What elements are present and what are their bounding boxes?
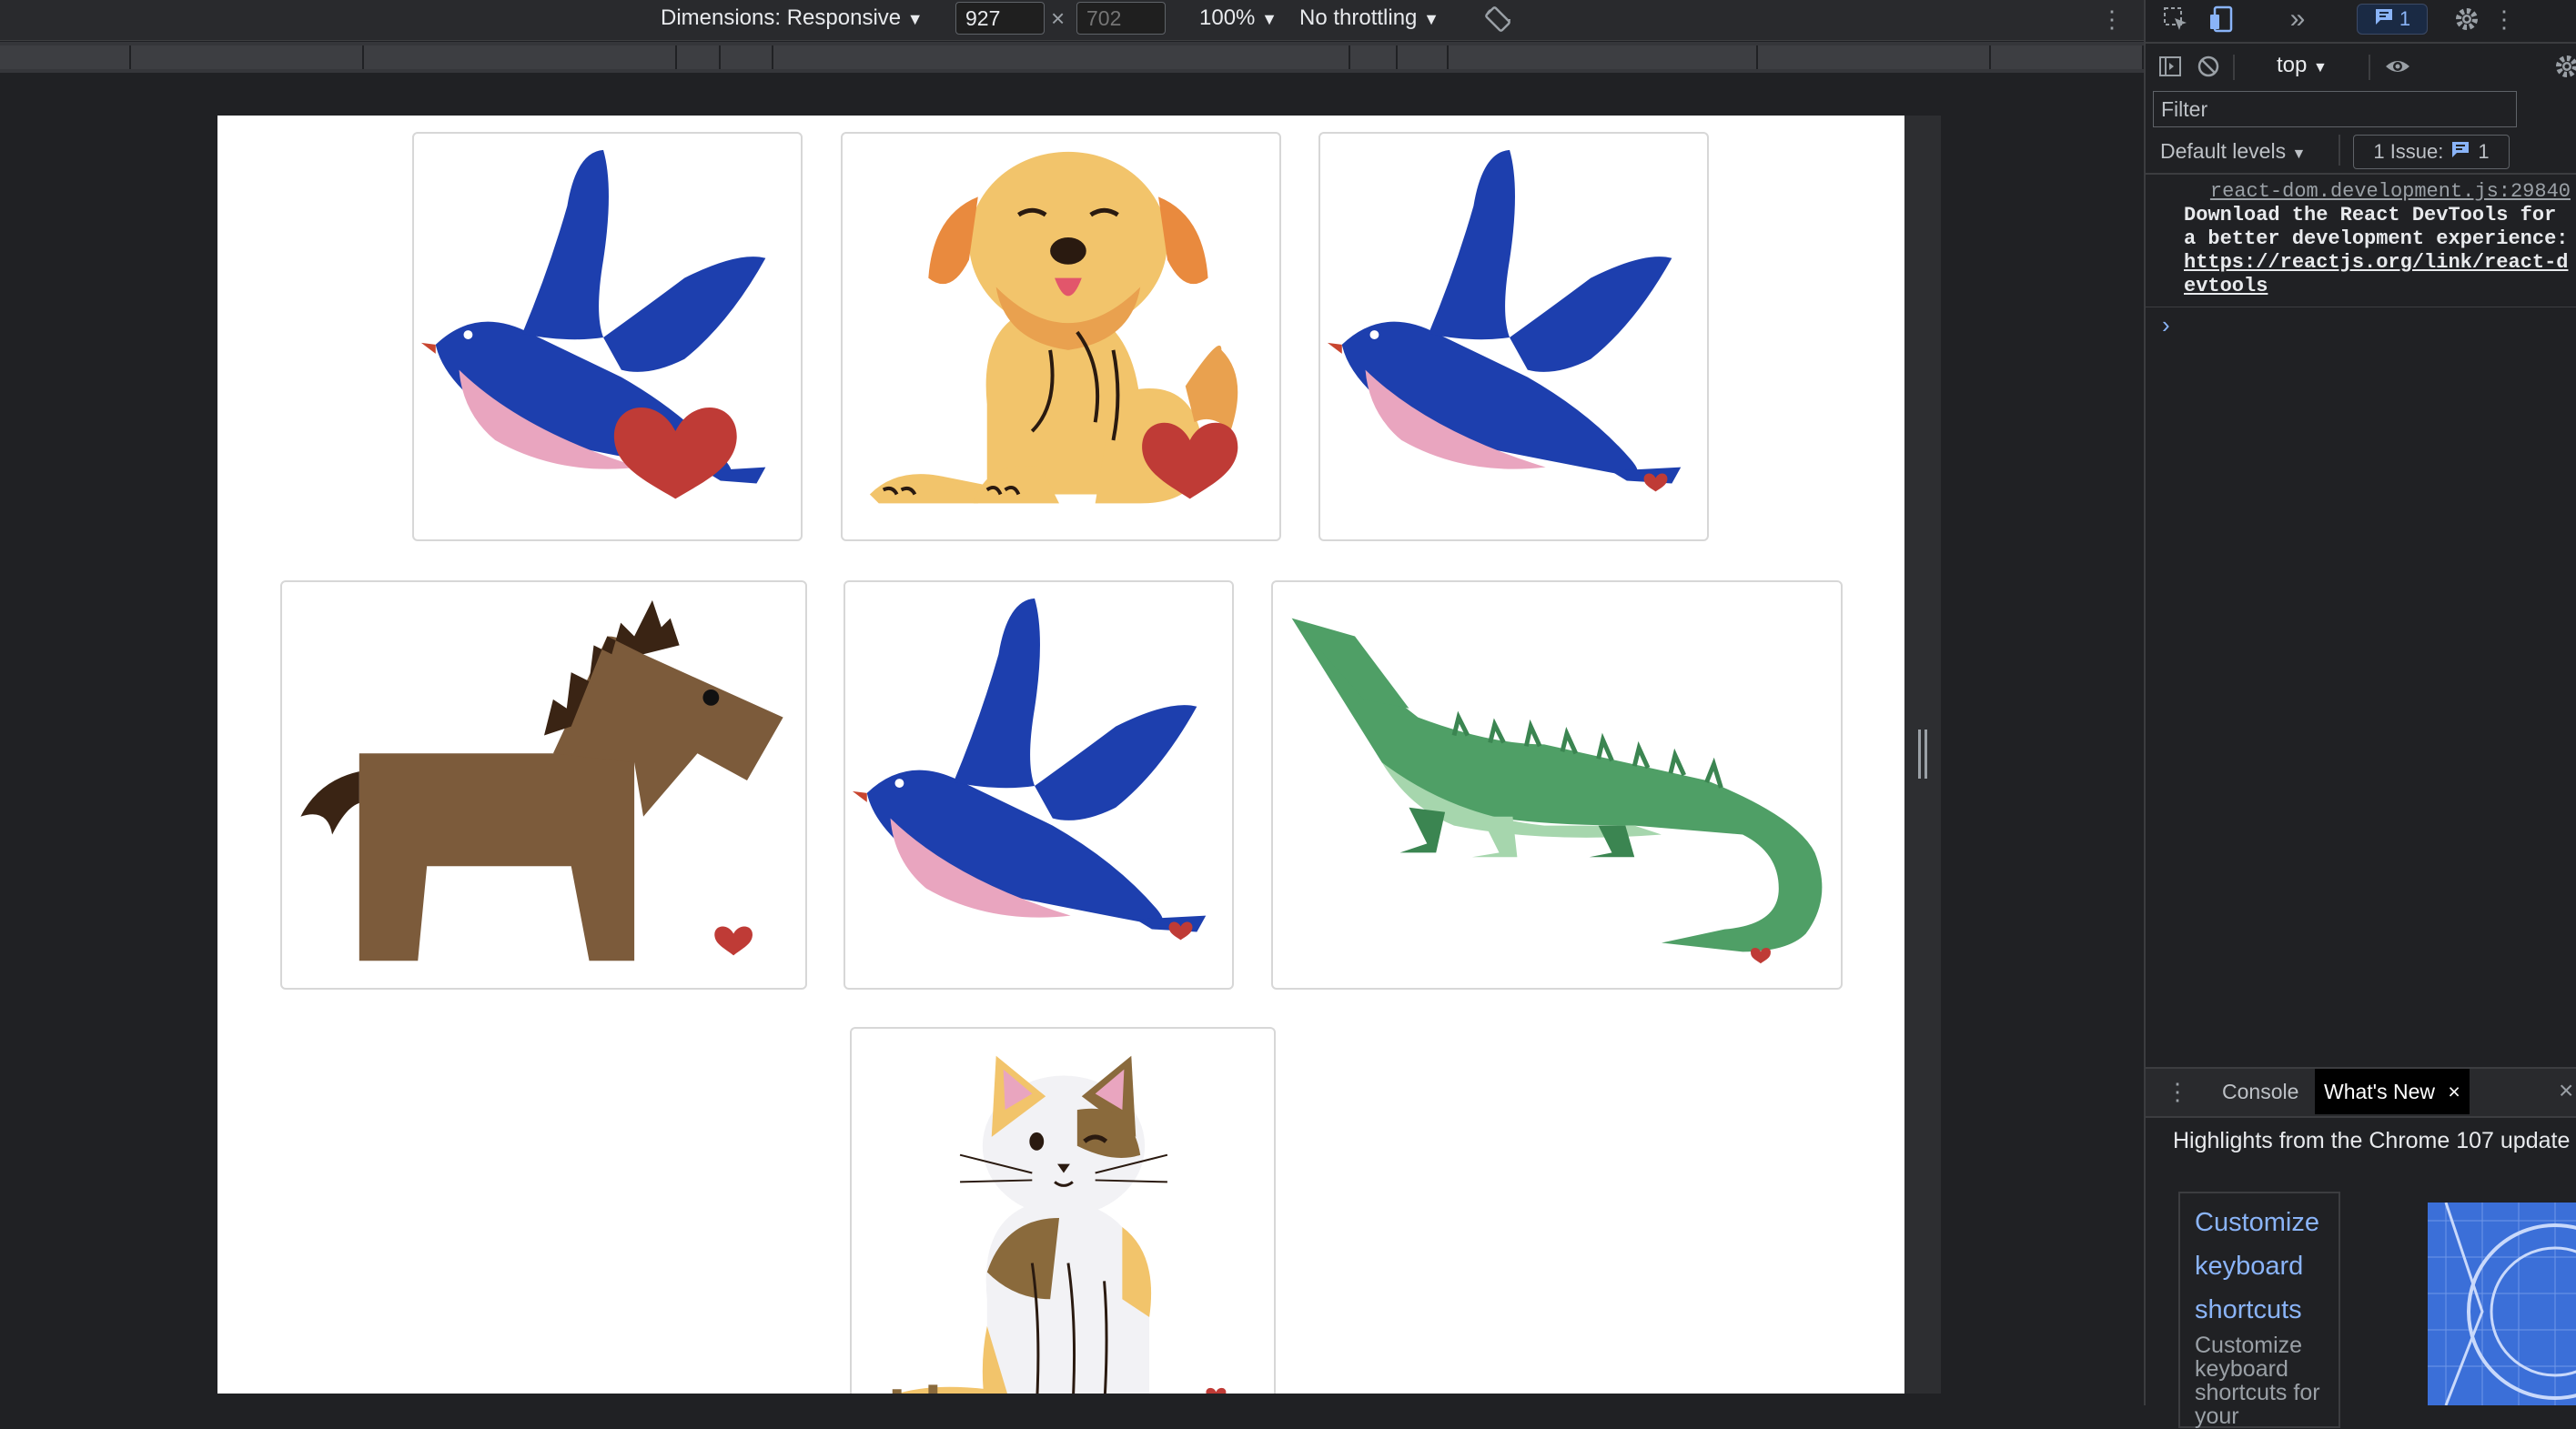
log-levels-label: Default levels [2160,139,2287,163]
drawer-menu-icon[interactable]: ⋮ [2166,1078,2189,1106]
issues-label: 1 Issue: [2373,140,2444,163]
bird-illustration [852,598,1207,941]
console-message-text: Download the React DevTools for a better… [2184,204,2569,250]
whats-new-link-line3[interactable]: shortcuts [2195,1288,2324,1332]
clear-console-icon[interactable] [2193,51,2224,82]
times-symbol: × [1051,5,1066,32]
console-message: react-dom.development.js:29840 Download … [2146,180,2576,298]
dimensions-label: Dimensions: Responsive [661,5,902,30]
caret-down-icon: ▼ [2313,60,2328,75]
crocodile-illustration [1291,618,1823,964]
whats-new-link-line2[interactable]: keyboard [2195,1244,2324,1288]
more-options-icon[interactable]: ⋮ [2100,5,2124,33]
tab-whats-new[interactable]: What's New × [2315,1069,2470,1114]
issues-button[interactable]: 1 Issue: 1 [2353,135,2510,169]
animal-card-crocodile[interactable] [1271,580,1843,990]
issues-button-count: 1 [2478,140,2490,163]
live-expression-eye-icon[interactable] [2382,51,2413,82]
context-label: top [2277,53,2308,77]
console-filter-input[interactable] [2153,91,2517,127]
media-query-ruler [0,42,2144,73]
tab-whats-new-label: What's New [2324,1080,2435,1103]
device-toolbar: Dimensions: Responsive ▼ × 100% ▼ No thr… [0,0,2144,41]
close-drawer-icon[interactable]: × [2559,1076,2573,1105]
devtools-panel: » 1 ⋮ top ▼ Default levels ▼ 1 Issue: 1 [2144,0,2576,1428]
drawer-tabbar: ⋮ Console What's New × × [2146,1067,2576,1118]
height-input[interactable] [1076,2,1166,35]
inspect-element-icon[interactable] [2160,4,2191,35]
device-toolbar-toggle-icon[interactable] [2206,4,2237,35]
console-prompt[interactable]: › [2162,311,2170,339]
throttling-label: No throttling [1299,5,1418,30]
whats-new-card-description: Customize keyboard shortcuts for your [2195,1333,2320,1429]
console-settings-gear-icon[interactable] [2551,51,2576,82]
animal-card-bird[interactable] [844,580,1234,990]
sidebar-toggle-icon[interactable] [2155,51,2186,82]
customize-devtools-icon[interactable]: ⋮ [2492,4,2516,35]
bird-illustration [420,149,766,499]
issues-count: 1 [2399,7,2411,30]
tab-console[interactable]: Console [2213,1069,2308,1114]
animal-card-dog[interactable] [841,132,1281,541]
settings-gear-icon[interactable] [2451,4,2482,35]
animal-card-bird[interactable] [1318,132,1709,541]
throttling-dropdown[interactable]: No throttling ▼ [1299,5,1440,31]
caret-down-icon: ▼ [1261,10,1278,28]
dog-illustration [869,151,1238,504]
animal-card-horse[interactable] [280,580,807,990]
log-levels-dropdown[interactable]: Default levels ▼ [2160,139,2306,164]
horse-illustration [300,599,783,961]
context-selector[interactable]: top ▼ [2277,53,2328,78]
animal-card-cat[interactable] [850,1027,1276,1394]
caret-down-icon: ▼ [1423,10,1440,28]
dimensions-dropdown[interactable]: Dimensions: Responsive ▼ [661,5,924,31]
issues-counter-button[interactable]: 1 [2357,4,2428,35]
zoom-dropdown[interactable]: 100% ▼ [1199,5,1278,31]
whats-new-card[interactable]: Customize keyboard shortcuts Customize k… [2178,1192,2340,1428]
animal-card-bird[interactable] [412,132,803,541]
resize-handle[interactable] [1918,730,1927,779]
cat-illustration [892,1055,1227,1394]
zoom-label: 100% [1199,5,1256,30]
caret-down-icon: ▼ [906,10,924,28]
more-tabs-icon[interactable]: » [2282,4,2313,35]
console-message-source-link[interactable]: react-dom.development.js:29840 [2184,180,2576,204]
width-input[interactable] [955,2,1045,35]
whats-new-title: Highlights from the Chrome 107 update [2173,1128,2571,1153]
react-devtools-link[interactable]: https://reactjs.org/link/react-devtools [2184,251,2568,297]
whats-new-link-line1[interactable]: Customize [2195,1201,2324,1244]
message-icon [2450,140,2470,164]
bird-illustration [1327,149,1682,492]
rotate-icon[interactable] [1483,5,1512,34]
whats-new-thumbnail [2428,1203,2576,1405]
rendered-page [217,116,1904,1394]
message-icon [2374,7,2394,31]
caret-down-icon: ▼ [2291,146,2307,162]
close-tab-icon[interactable]: × [2448,1080,2460,1103]
